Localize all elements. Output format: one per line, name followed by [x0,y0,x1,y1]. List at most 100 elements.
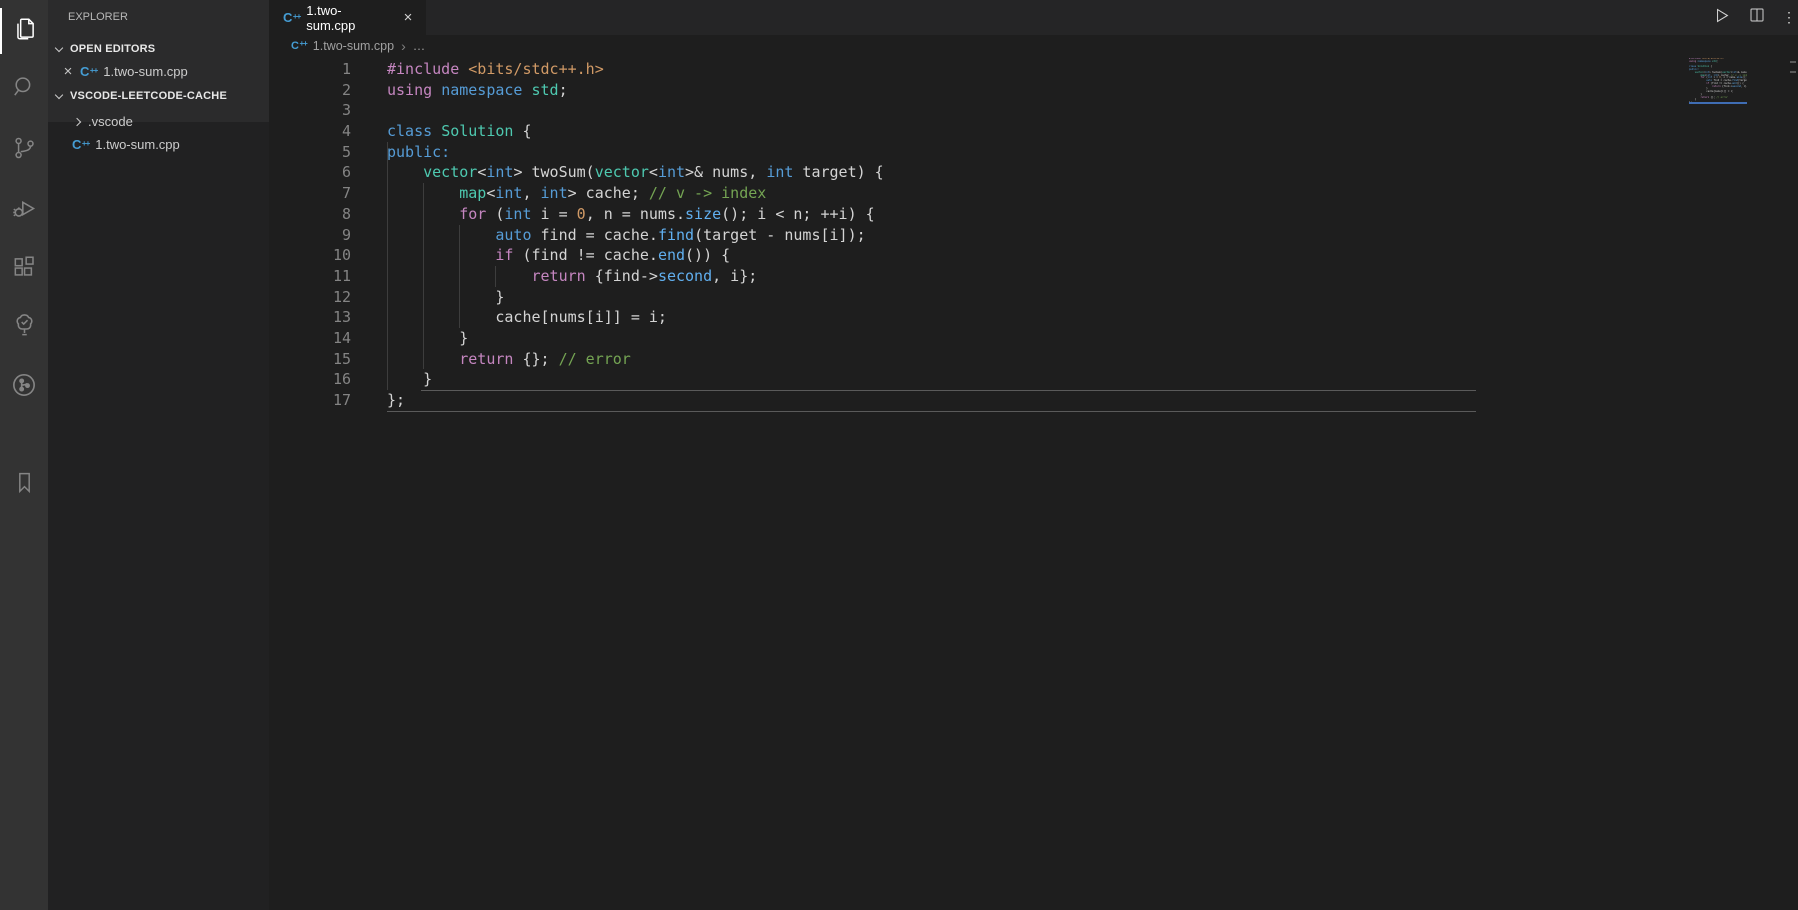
line-number[interactable]: 16 [269,369,351,390]
code-line[interactable]: 12 } [269,287,1798,308]
section-cache-folder[interactable]: VSCODE-LEETCODE-CACHE [48,84,269,107]
code-line[interactable]: 2using namespace std; [269,80,1798,101]
code-text: auto find = cache.find(target - nums[i])… [351,225,866,246]
section-open-editors[interactable]: OPEN EDITORS [48,37,269,60]
line-number[interactable]: 10 [269,245,351,266]
git-branch-icon [11,135,37,166]
cpp-file-icon: C++ [291,40,307,52]
activity-explorer[interactable] [0,8,48,54]
activity-extensions[interactable] [0,246,48,292]
tree-check-icon [11,311,38,343]
code-line[interactable]: 9 auto find = cache.find(target - nums[i… [269,225,1798,246]
vscode-window: EXPLORER OPEN EDITORS × C++ 1.two-sum.cp… [0,0,1798,910]
line-number[interactable]: 17 [269,390,351,411]
code-line[interactable]: 11 return {find->second, i}; [269,266,1798,287]
tab-close-icon[interactable]: × [400,9,416,26]
line-number[interactable]: 12 [269,287,351,308]
chevron-down-icon [55,90,63,98]
tab-label: 1.two-sum.cpp [306,3,390,33]
editor-tab-bar: C++ 1.two-sum.cpp × ⋮ [269,0,1798,35]
play-bug-icon [11,195,38,227]
activity-run-debug[interactable] [0,188,48,234]
code-line[interactable]: 13 cache[nums[i]] = i; [269,307,1798,328]
code-text: public: [351,142,450,163]
code-text: #include <bits/stdc++.h> [351,59,604,80]
code-line[interactable]: 14 } [269,328,1798,349]
sidebar-title: EXPLORER [48,0,269,35]
tree-item-vscode[interactable]: .vscode [48,110,269,133]
activity-source-control[interactable] [0,127,48,173]
code-line[interactable]: 10 if (find != cache.end()) { [269,245,1798,266]
cpp-file-icon: C++ [72,138,89,151]
line-number[interactable]: 3 [269,100,351,121]
chevron-right-icon [73,117,81,125]
breadcrumb-separator: › [401,38,406,54]
explorer-sidebar: EXPLORER OPEN EDITORS × C++ 1.two-sum.cp… [48,0,269,910]
line-number[interactable]: 15 [269,349,351,370]
code-text: for (int i = 0, n = nums.size(); i < n; … [351,204,875,225]
more-actions-button[interactable]: ⋮ [1782,9,1792,26]
circle-branch-icon [10,371,38,404]
code-line[interactable]: 4class Solution { [269,121,1798,142]
code-text: return {}; // error [351,349,631,370]
line-number[interactable]: 11 [269,266,351,287]
code-text: vector<int> twoSum(vector<int>& nums, in… [351,162,884,183]
search-icon [11,74,37,105]
code-editor[interactable]: 1#include <bits/stdc++.h>2using namespac… [269,57,1798,910]
line-number[interactable]: 13 [269,307,351,328]
code-text: }; [351,390,405,411]
activity-leetcode[interactable] [0,364,48,410]
run-button[interactable] [1710,7,1732,29]
line-number[interactable]: 14 [269,328,351,349]
activity-testing[interactable] [0,304,48,350]
ellipsis-icon: ⋮ [1782,9,1792,25]
activity-search[interactable] [0,66,48,112]
line-number[interactable]: 2 [269,80,351,101]
activity-bar [0,0,48,910]
code-line[interactable]: 6 vector<int> twoSum(vector<int>& nums, … [269,162,1798,183]
code-line[interactable]: 5public: [269,142,1798,163]
code-line[interactable]: 3 [269,100,1798,121]
line-number[interactable]: 5 [269,142,351,163]
code-line[interactable]: 7 map<int, int> cache; // v -> index [269,183,1798,204]
tree-item-two-sum[interactable]: C++ 1.two-sum.cpp [48,133,269,156]
code-text: } [351,287,504,308]
line-number[interactable]: 7 [269,183,351,204]
code-line[interactable]: 1#include <bits/stdc++.h> [269,59,1798,80]
code-text: using namespace std; [351,80,568,101]
split-editor-icon [1748,6,1766,29]
cpp-file-icon: C++ [283,11,300,24]
code-text: if (find != cache.end()) { [351,245,730,266]
editor-group: C++ 1.two-sum.cpp × ⋮ C++ 1.two-sum.cpp … [269,0,1798,910]
files-icon [12,16,38,47]
code-line[interactable]: 15 return {}; // error [269,349,1798,370]
code-text: return {find->second, i}; [351,266,757,287]
line-number[interactable]: 4 [269,121,351,142]
line-number[interactable]: 9 [269,225,351,246]
chevron-down-icon [55,43,63,51]
bookmark-icon [12,470,37,500]
code-text: class Solution { [351,121,532,142]
split-editor-button[interactable] [1746,7,1768,29]
cpp-file-icon: C++ [80,65,97,78]
editor-actions: ⋮ [1710,0,1798,35]
line-number[interactable]: 1 [269,59,351,80]
code-text: } [351,369,432,390]
tab-two-sum[interactable]: C++ 1.two-sum.cpp × [269,0,426,35]
extensions-icon [11,254,37,285]
code-text: map<int, int> cache; // v -> index [351,183,766,204]
line-number[interactable]: 6 [269,162,351,183]
play-icon [1712,6,1731,30]
close-icon[interactable]: × [60,63,76,80]
open-editor-item[interactable]: × C++ 1.two-sum.cpp [48,60,269,83]
code-content[interactable]: 1#include <bits/stdc++.h>2using namespac… [269,57,1798,411]
breadcrumb-file[interactable]: 1.two-sum.cpp [313,39,394,53]
breadcrumb: C++ 1.two-sum.cpp › … [269,35,1798,57]
code-line[interactable]: 16 } [269,369,1798,390]
line-number[interactable]: 8 [269,204,351,225]
code-line[interactable]: 17}; [269,390,1798,411]
activity-bookmarks[interactable] [0,462,48,508]
breadcrumb-more[interactable]: … [413,39,426,53]
code-text: cache[nums[i]] = i; [351,307,667,328]
code-line[interactable]: 8 for (int i = 0, n = nums.size(); i < n… [269,204,1798,225]
